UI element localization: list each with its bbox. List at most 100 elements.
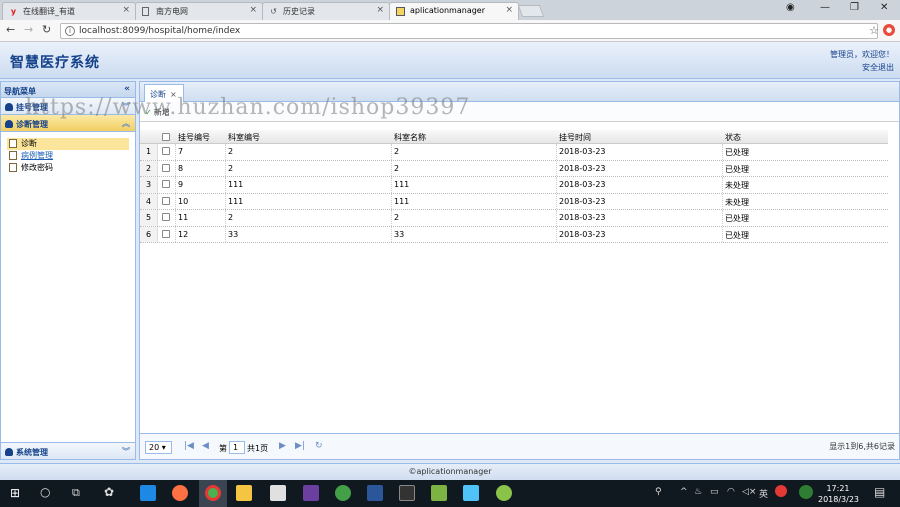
- tray-app-icon[interactable]: ♨: [694, 487, 702, 497]
- row-checkbox[interactable]: [162, 163, 170, 172]
- bookmark-star-icon[interactable]: ☆: [869, 24, 879, 37]
- new-tab-button[interactable]: [517, 5, 545, 17]
- browser-tab-app[interactable]: aplicationmanager ×: [389, 2, 519, 20]
- close-icon[interactable]: ×: [122, 5, 130, 15]
- leaf-app-icon[interactable]: [496, 485, 512, 501]
- windows-start-icon[interactable]: ⊞: [10, 486, 20, 500]
- browser-tab-label: 历史记录: [283, 7, 315, 16]
- column-divider: [556, 144, 557, 160]
- user-icon: [5, 103, 13, 111]
- battery-icon[interactable]: ▭: [710, 487, 719, 497]
- table-cell: 2018-03-23: [559, 196, 606, 206]
- column-header[interactable]: 挂号时间: [559, 132, 591, 143]
- close-icon[interactable]: ×: [249, 5, 257, 15]
- next-page-icon[interactable]: ▶: [279, 441, 286, 451]
- nav-item-password[interactable]: 修改密码: [7, 162, 135, 174]
- row-checkbox[interactable]: [162, 147, 170, 155]
- column-header[interactable]: 科室名称: [394, 132, 426, 143]
- tray-chevron-icon[interactable]: ^: [680, 487, 688, 497]
- nav-panel: 导航菜单 « 挂号管理 ︾ 诊断管理 ︽ 诊断 病例管理 修改密码 系统管理 ︾: [0, 81, 136, 460]
- row-number: 1: [140, 144, 158, 160]
- profile-icon[interactable]: ◉: [786, 2, 795, 13]
- extension-icon[interactable]: ●: [883, 24, 895, 36]
- prev-page-icon[interactable]: ◀: [202, 441, 209, 451]
- firefox-icon[interactable]: [172, 485, 188, 501]
- row-number: 5: [140, 210, 158, 226]
- page-size-select[interactable]: 20 ▾: [145, 441, 172, 454]
- row-checkbox[interactable]: [162, 180, 170, 188]
- table-cell: 2: [228, 213, 234, 222]
- table-row[interactable]: 6 12 33 33 2018-03-23 已处理: [140, 226, 888, 243]
- terminal-icon[interactable]: [399, 485, 415, 501]
- select-all-checkbox[interactable]: [162, 133, 170, 141]
- table-row[interactable]: 3 9 111 111 2018-03-23 未处理: [140, 177, 888, 194]
- search-icon[interactable]: ○: [40, 485, 50, 499]
- minimize-icon[interactable]: —: [820, 2, 830, 13]
- back-icon[interactable]: ←: [6, 23, 15, 36]
- table-row[interactable]: 4 10 111 111 2018-03-23 未处理: [140, 193, 888, 210]
- network-monitor-icon[interactable]: [799, 485, 813, 499]
- column-divider: [225, 144, 226, 160]
- column-header[interactable]: 挂号编号: [178, 132, 210, 143]
- antivirus-icon[interactable]: [775, 485, 787, 497]
- folder-icon[interactable]: [236, 485, 252, 501]
- close-window-icon[interactable]: ✕: [880, 2, 888, 13]
- page-number-input[interactable]: 1: [229, 441, 245, 454]
- pagination-info: 显示1到6,共6记录: [829, 442, 895, 451]
- store-icon[interactable]: [270, 485, 286, 501]
- nav-item-diagnosis[interactable]: 诊断: [7, 138, 129, 150]
- table-row[interactable]: 1 7 2 2 2018-03-23 已处理: [140, 144, 888, 161]
- word-icon[interactable]: [367, 485, 383, 501]
- forward-icon[interactable]: →: [24, 23, 33, 36]
- person-icon[interactable]: ⚲: [655, 487, 662, 497]
- close-icon[interactable]: ×: [505, 5, 513, 15]
- column-divider: [556, 177, 557, 193]
- accordion-system[interactable]: 系统管理 ︾: [1, 442, 135, 459]
- column-divider: [556, 193, 557, 209]
- browser-tab-youdao[interactable]: y 在线翻译_有道 ×: [2, 2, 136, 20]
- tool-icon[interactable]: [463, 485, 479, 501]
- maximize-icon[interactable]: ❐: [850, 2, 859, 13]
- table-cell: 111: [228, 180, 244, 189]
- address-bar[interactable]: i localhost:8099/hospital/home/index ☆: [60, 23, 879, 39]
- row-checkbox[interactable]: [162, 196, 170, 205]
- column-header[interactable]: 科室编号: [228, 132, 260, 143]
- page-total: 共1页: [247, 444, 269, 453]
- refresh-icon[interactable]: ↻: [315, 441, 323, 451]
- ime-indicator[interactable]: 英: [759, 487, 768, 500]
- edge-icon[interactable]: [140, 485, 156, 501]
- first-page-icon[interactable]: |◀: [184, 441, 194, 451]
- nav-item-label: 诊断: [21, 139, 37, 148]
- column-header[interactable]: 状态: [725, 132, 741, 143]
- reload-icon[interactable]: ↻: [42, 23, 51, 36]
- table-cell: 111: [394, 180, 410, 189]
- browser-tab-csg[interactable]: 南方电网 ×: [135, 2, 263, 20]
- taskbar-clock[interactable]: 17:21 2018/3/23: [818, 483, 859, 505]
- logout-link[interactable]: 安全退出: [830, 61, 894, 74]
- row-checkbox[interactable]: [162, 213, 170, 221]
- task-view-icon[interactable]: ⧉: [72, 486, 80, 500]
- collapse-left-icon[interactable]: «: [124, 84, 130, 94]
- chrome-icon[interactable]: [205, 485, 221, 501]
- game-icon[interactable]: [303, 485, 319, 501]
- browser-tab-history[interactable]: ↺ 历史记录 ×: [262, 2, 390, 20]
- last-page-icon[interactable]: ▶|: [295, 441, 305, 451]
- info-icon[interactable]: i: [65, 26, 75, 36]
- history-icon: ↺: [270, 7, 277, 16]
- browser-tab-label: 在线翻译_有道: [23, 7, 75, 16]
- wifi-icon[interactable]: ◠: [727, 487, 735, 497]
- app-tile-icon[interactable]: ✿: [104, 485, 114, 499]
- table-row[interactable]: 2 8 2 2 2018-03-23 已处理: [140, 160, 888, 177]
- hs-icon[interactable]: [335, 485, 351, 501]
- notification-icon[interactable]: ▤: [874, 485, 885, 499]
- table-row[interactable]: 5 11 2 2 2018-03-23 已处理: [140, 210, 888, 227]
- chevron-down-icon[interactable]: ︾: [122, 446, 130, 457]
- row-checkbox[interactable]: [162, 229, 170, 238]
- table-cell: 2018-03-23: [559, 229, 606, 239]
- nav-item-cases[interactable]: 病例管理: [7, 150, 135, 162]
- volume-icon[interactable]: ◁×: [742, 487, 756, 497]
- notepad-icon[interactable]: [431, 485, 447, 501]
- close-icon[interactable]: ×: [376, 5, 384, 15]
- column-divider: [225, 210, 226, 226]
- column-divider: [225, 193, 226, 209]
